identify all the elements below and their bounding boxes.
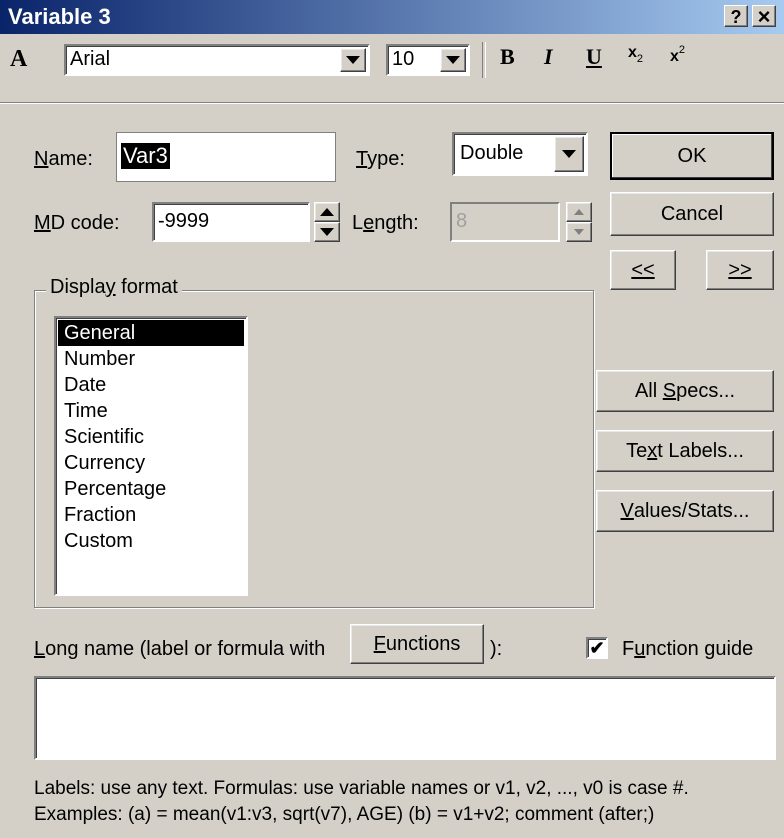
function-guide-label[interactable]: Function guide	[622, 638, 753, 661]
format-option[interactable]: Fraction	[58, 502, 244, 528]
help-text-line-1: Labels: use any text. Formulas: use vari…	[34, 778, 689, 799]
function-guide-checkbox[interactable]: ✔	[586, 637, 608, 659]
spin-down-icon	[320, 228, 334, 236]
help-text-line-2: Examples: (a) = mean(v1:v3, sqrt(v7), AG…	[34, 804, 655, 825]
format-option[interactable]: Percentage	[58, 476, 244, 502]
length-input: 8	[450, 202, 560, 242]
format-option[interactable]: General	[58, 320, 244, 346]
md-code-input[interactable]: -9999	[152, 202, 310, 242]
md-code-spin-up[interactable]	[314, 202, 340, 222]
format-option[interactable]: Time	[58, 398, 244, 424]
chevron-down-icon	[446, 56, 460, 64]
variable-dialog: Variable 3 ? × A Arial 10 B I U x2 x2 Na…	[0, 0, 784, 838]
chevron-down-icon	[562, 150, 576, 158]
length-value: 8	[456, 210, 468, 232]
length-label: Length:	[352, 212, 419, 234]
spin-up-icon	[574, 209, 584, 215]
cancel-button[interactable]: Cancel	[610, 192, 774, 236]
font-icon: A	[10, 46, 28, 72]
all-specs-button[interactable]: All Specs...	[596, 370, 774, 412]
values-stats-button[interactable]: Values/Stats...	[596, 490, 774, 532]
title-bar[interactable]: Variable 3 ? ×	[0, 0, 784, 34]
md-code-spinner[interactable]	[314, 202, 340, 242]
font-size-combo[interactable]: 10	[386, 44, 470, 76]
toolbar-separator	[482, 42, 486, 78]
format-option[interactable]: Custom	[58, 528, 244, 554]
ok-button[interactable]: OK	[610, 132, 774, 180]
name-label: Name:	[34, 148, 93, 170]
type-select[interactable]: Double	[452, 132, 588, 176]
help-button[interactable]: ?	[724, 5, 748, 27]
text-labels-button[interactable]: Te x t Labels...	[596, 430, 774, 472]
checkmark-icon: ✔	[589, 638, 605, 658]
superscript-mark: 2	[678, 44, 686, 56]
font-name-value: Arial	[70, 48, 111, 70]
font-name-dropdown-button[interactable]	[340, 48, 366, 72]
md-code-spin-down[interactable]	[314, 222, 340, 242]
font-size-dropdown-button[interactable]	[440, 48, 466, 72]
bold-button[interactable]: B	[500, 44, 515, 70]
subscript-button[interactable]: x2	[628, 44, 644, 65]
type-label: Type:	[356, 148, 405, 170]
italic-button[interactable]: I	[544, 44, 553, 70]
long-name-label: Long name (label or formula with	[34, 638, 326, 660]
type-select-value: Double	[460, 142, 524, 164]
window-title: Variable 3	[8, 4, 111, 29]
superscript-x-icon: x	[670, 48, 679, 65]
format-option[interactable]: Date	[58, 372, 244, 398]
previous-variable-button[interactable]: <<	[610, 250, 676, 290]
spin-up-icon	[320, 208, 334, 216]
underline-button[interactable]: U	[586, 44, 602, 70]
length-spin-down	[566, 222, 592, 242]
format-toolbar: A Arial 10 B I U x2 x2	[0, 34, 784, 103]
format-option[interactable]: Scientific	[58, 424, 244, 450]
close-button[interactable]: ×	[752, 5, 776, 28]
subscript-mark: 2	[636, 53, 644, 65]
spin-down-icon	[574, 229, 584, 235]
type-dropdown-button[interactable]	[554, 136, 584, 172]
long-name-textarea[interactable]	[34, 676, 776, 760]
font-name-combo[interactable]: Arial	[64, 44, 370, 76]
display-format-legend: Display format	[46, 276, 182, 299]
chevron-down-icon	[346, 56, 360, 64]
font-size-value: 10	[392, 48, 415, 70]
subscript-x-icon: x	[628, 44, 637, 61]
next-variable-button[interactable]: >>	[706, 250, 774, 290]
md-code-label: MD code:	[34, 212, 120, 234]
format-option[interactable]: Currency	[58, 450, 244, 476]
length-spin-up	[566, 202, 592, 222]
name-input[interactable]: Var3	[116, 132, 336, 182]
format-option[interactable]: Number	[58, 346, 244, 372]
md-code-value: -9999	[158, 210, 210, 232]
superscript-button[interactable]: x2	[670, 44, 685, 66]
name-input-value: Var3	[121, 143, 170, 169]
length-spinner	[566, 202, 592, 242]
long-name-label-close: ):	[490, 638, 503, 660]
functions-button[interactable]: Functions	[350, 624, 484, 664]
display-format-list[interactable]: General Number Date Time Scientific Curr…	[54, 316, 248, 596]
